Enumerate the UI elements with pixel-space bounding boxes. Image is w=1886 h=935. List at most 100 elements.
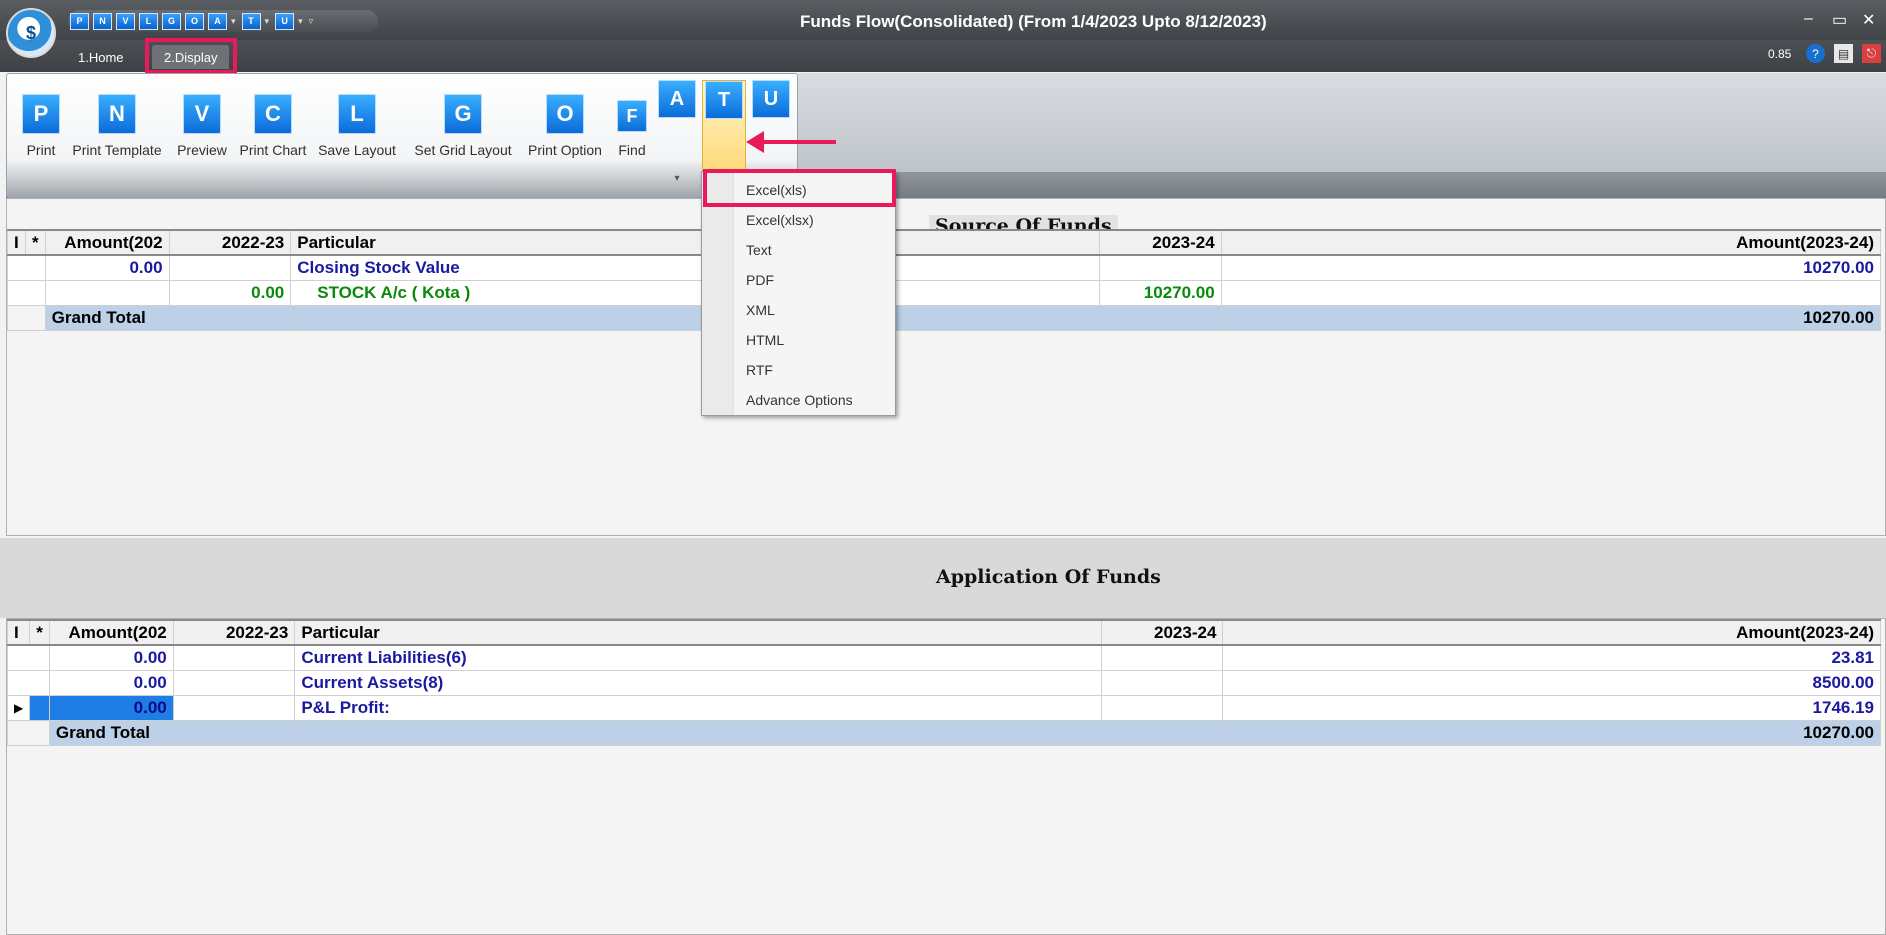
chevron-down-icon[interactable]: ▾	[298, 16, 303, 27]
menu-item-html[interactable]: HTML	[746, 332, 784, 348]
column-header[interactable]: I	[6, 619, 31, 646]
layout-icon: L	[338, 94, 376, 134]
print-button[interactable]: P Print	[15, 94, 67, 158]
ribbon-group-display: P Print N Print Template V Preview C Pri…	[6, 73, 798, 198]
column-header[interactable]: I	[7, 229, 26, 256]
column-header[interactable]: 2023-24	[1098, 229, 1222, 256]
chart-icon: C	[254, 94, 292, 134]
help-icon[interactable]: ?	[1806, 44, 1825, 63]
tab-home[interactable]: 1.Home	[66, 45, 136, 69]
curr-cell[interactable]	[1098, 254, 1222, 281]
qat-layout-button[interactable]: L	[139, 12, 158, 30]
amount-prev-cell[interactable]: 0.00	[48, 694, 174, 721]
print-icon: P	[22, 94, 60, 134]
chevron-down-icon[interactable]: ▾	[231, 16, 236, 27]
qat-print-button[interactable]: P	[70, 12, 89, 30]
particular-cell[interactable]: Current Assets(8)	[294, 669, 1102, 696]
grand-total-row[interactable]: Grand Total 10270.00	[7, 304, 1882, 331]
amount-prev-cell[interactable]	[44, 279, 170, 306]
exit-icon[interactable]: ⎋	[1862, 44, 1881, 63]
print-option-button[interactable]: O Print Option	[523, 94, 607, 158]
amount-curr-cell[interactable]	[1220, 279, 1882, 306]
table-row[interactable]: 0.00 Current Liabilities(6) 23.81	[7, 644, 1881, 671]
grand-total-row[interactable]: Grand Total 10270.00	[7, 719, 1881, 746]
chevron-down-icon[interactable]: ▾	[265, 16, 270, 27]
row-indicator-icon: ▶	[6, 694, 31, 721]
document-icon[interactable]: ▤	[1834, 44, 1853, 63]
close-icon[interactable]: ✕	[1862, 10, 1875, 30]
qat-export-button[interactable]: T	[241, 12, 261, 30]
table-row[interactable]: 0.00 Current Assets(8) 8500.00	[7, 669, 1881, 696]
table-row-selected[interactable]: ▶ 0.00 P&L Profit: 1746.19	[6, 694, 1881, 721]
column-header[interactable]: Particular	[290, 229, 1100, 256]
print-template-button[interactable]: N Print Template	[69, 94, 165, 158]
amount-prev-cell[interactable]: 0.00	[44, 254, 170, 281]
export-dropdown-menu: Excel(xls) Excel(xlsx) Text PDF XML HTML…	[701, 171, 896, 416]
qat-template-button[interactable]: N	[93, 12, 112, 30]
table-row[interactable]: 0.00 Closing Stock Value 10270.00	[7, 254, 1882, 281]
particular-cell[interactable]: Current Liabilities(6)	[294, 644, 1102, 671]
column-header[interactable]: 2022-23	[172, 619, 296, 646]
chevron-down-icon[interactable]: ▾	[655, 173, 699, 184]
grand-total-value: 10270.00	[1220, 304, 1882, 331]
application-of-funds-grid: I * Amount(202 2022-23 Particular 2023-2…	[6, 619, 1881, 746]
prev-cell[interactable]: 0.00	[168, 279, 292, 306]
qat-grid-button[interactable]: G	[162, 12, 181, 30]
qat-preview-button[interactable]: V	[116, 12, 135, 30]
amount-curr-cell[interactable]: 1746.19	[1222, 694, 1881, 721]
ribbon-tabs: 1.Home 2.Display	[0, 40, 1886, 72]
menu-item-rtf[interactable]: RTF	[746, 362, 773, 378]
print-chart-button[interactable]: C Print Chart	[237, 94, 309, 158]
curr-cell[interactable]: 10270.00	[1098, 279, 1222, 306]
minimize-icon[interactable]: –	[1804, 10, 1813, 28]
column-header[interactable]: Amount(2023-24)	[1222, 619, 1881, 646]
save-layout-button[interactable]: L Save Layout	[315, 94, 399, 158]
column-header[interactable]: *	[29, 619, 50, 646]
grand-total-label: Grand Total	[48, 719, 296, 746]
grid-header-row: I * Amount(202 2022-23 Particular 2023-2…	[6, 619, 1881, 646]
tab-highlight-box	[145, 38, 237, 74]
grid-icon: G	[444, 94, 482, 134]
preview-button[interactable]: V Preview	[171, 94, 233, 158]
split-button-a[interactable]: A ▾	[655, 80, 699, 192]
app-logo-icon[interactable]: $	[6, 8, 56, 58]
column-header[interactable]: Amount(2023-24)	[1220, 229, 1882, 256]
column-header[interactable]: *	[24, 229, 46, 256]
column-header[interactable]: 2022-23	[168, 229, 292, 256]
qat-option-button[interactable]: O	[185, 12, 204, 30]
menu-item-advance-options[interactable]: Advance Options	[746, 392, 853, 408]
amount-curr-cell[interactable]: 10270.00	[1220, 254, 1882, 281]
column-header[interactable]: Amount(202	[48, 619, 174, 646]
option-icon: O	[546, 94, 584, 134]
column-header[interactable]: 2023-24	[1100, 619, 1224, 646]
menu-highlight-box	[703, 169, 896, 207]
amount-prev-cell[interactable]: 0.00	[48, 644, 174, 671]
set-grid-layout-button-label: Set Grid Layout	[414, 142, 512, 158]
particular-cell[interactable]: P&L Profit:	[294, 694, 1102, 721]
qat-a-button[interactable]: A	[208, 12, 227, 30]
amount-prev-cell[interactable]: 0.00	[48, 669, 174, 696]
u-icon: U	[752, 80, 790, 118]
column-header[interactable]: Amount(202	[44, 229, 170, 256]
zoom-level: 0.85	[1768, 47, 1792, 61]
print-chart-button-label: Print Chart	[239, 142, 307, 158]
column-header[interactable]: Particular	[294, 619, 1102, 646]
menu-item-xml[interactable]: XML	[746, 302, 775, 318]
particular-cell[interactable]: Closing Stock Value	[290, 254, 1100, 281]
menu-item-text[interactable]: Text	[746, 242, 772, 258]
prev-cell[interactable]	[168, 254, 292, 281]
qat-u-button[interactable]: U	[275, 12, 295, 30]
amount-curr-cell[interactable]: 23.81	[1222, 644, 1881, 671]
particular-cell[interactable]: STOCK A/c ( Kota )	[290, 279, 1100, 306]
table-row[interactable]: 0.00 STOCK A/c ( Kota ) 10270.00	[7, 279, 1882, 306]
menu-item-pdf[interactable]: PDF	[746, 272, 774, 288]
quick-access-toolbar: P N V L G O A ▾ T ▾ U ▾ ▿	[68, 10, 378, 32]
amount-curr-cell[interactable]: 8500.00	[1222, 669, 1881, 696]
customize-toolbar-icon[interactable]: ▿	[309, 16, 314, 27]
set-grid-layout-button[interactable]: G Set Grid Layout	[407, 94, 519, 158]
menu-item-excel-xlsx[interactable]: Excel(xlsx)	[746, 212, 814, 228]
maximize-icon[interactable]: ▭	[1832, 10, 1847, 30]
find-button[interactable]: F Find	[611, 94, 653, 158]
menu-gutter	[702, 172, 734, 415]
window-title: Funds Flow(Consolidated) (From 1/4/2023 …	[800, 12, 1267, 31]
